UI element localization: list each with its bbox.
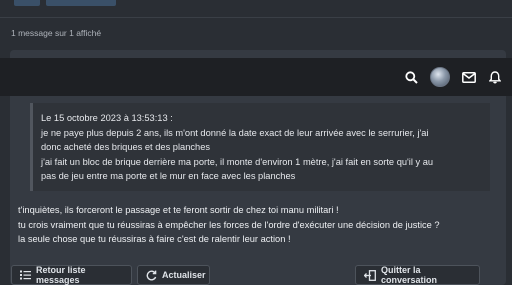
divider [0, 17, 512, 18]
back-to-list-button[interactable]: Retour liste messages [11, 265, 132, 285]
door-exit-icon [364, 269, 376, 281]
tag[interactable] [46, 0, 116, 6]
sticky-header [0, 58, 512, 96]
quoted-message: Le 15 octobre 2023 à 13:53:13 : je ne pa… [30, 103, 490, 191]
tag[interactable] [14, 0, 40, 6]
search-icon[interactable] [404, 70, 418, 84]
top-tags [14, 0, 116, 6]
refresh-icon [146, 269, 157, 281]
quote-line: je ne paye plus depuis 2 ans, ils m'ont … [41, 127, 429, 138]
avatar[interactable] [430, 67, 450, 87]
quote-line: pas de jeu entre ma porte et le mur en f… [41, 171, 296, 181]
reply-line: la seule chose que tu réussiras à faire … [18, 234, 291, 244]
bell-icon[interactable] [488, 70, 502, 84]
refresh-button[interactable]: Actualiser [137, 265, 210, 285]
reply-line: tu crois vraiment que tu réussiras à emp… [18, 219, 440, 230]
list-icon [20, 269, 31, 281]
message-body: t'inquiètes, ils forceront le passage et… [18, 203, 490, 247]
mail-icon[interactable] [462, 70, 476, 84]
reply-line: t'inquiètes, ils forceront le passage et… [18, 205, 339, 215]
back-to-list-label: Retour liste messages [36, 265, 86, 285]
quote-line: j'ai fait un bloc de brique derrière ma … [41, 156, 434, 167]
message-count: 1 message sur 1 affiché [11, 28, 102, 38]
refresh-label: Actualiser [162, 270, 206, 280]
quote-header: Le 15 octobre 2023 à 13:53:13 : [41, 113, 173, 123]
quote-line: donc acheté des briques et des planches [41, 142, 211, 152]
leave-conversation-button[interactable]: Quitter la conversation [355, 265, 480, 285]
leave-conversation-label: Quitter la conversation [381, 265, 438, 285]
